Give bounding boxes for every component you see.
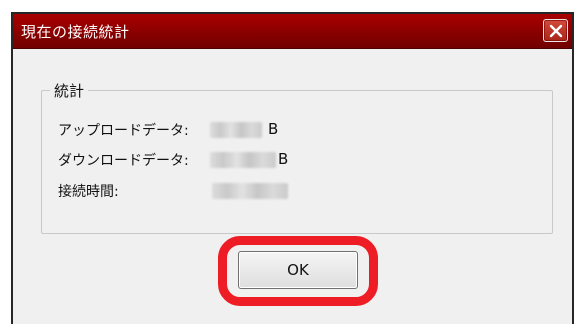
connection-stats-dialog: 現在の接続統計 統計 アップロードデータ: B ダウンロードデータ: B 接続時… bbox=[11, 12, 574, 324]
download-data-label: ダウンロードデータ: bbox=[58, 153, 189, 169]
title-bar: 現在の接続統計 bbox=[13, 14, 572, 49]
close-button[interactable] bbox=[543, 19, 568, 42]
connection-time-value-redacted bbox=[212, 183, 288, 199]
download-data-unit: B bbox=[278, 150, 289, 168]
upload-data-value-redacted bbox=[210, 122, 262, 138]
upload-data-unit: B bbox=[268, 120, 279, 138]
ok-button[interactable]: OK bbox=[238, 251, 358, 289]
upload-data-label: アップロードデータ: bbox=[58, 123, 189, 139]
statistics-group-label: 統計 bbox=[50, 80, 89, 101]
download-data-value-redacted bbox=[210, 152, 276, 168]
dialog-title: 現在の接続統計 bbox=[21, 23, 130, 41]
statistics-groupbox: 統計 アップロードデータ: B ダウンロードデータ: B 接続時間: bbox=[41, 80, 553, 234]
connection-time-label: 接続時間: bbox=[58, 184, 119, 200]
